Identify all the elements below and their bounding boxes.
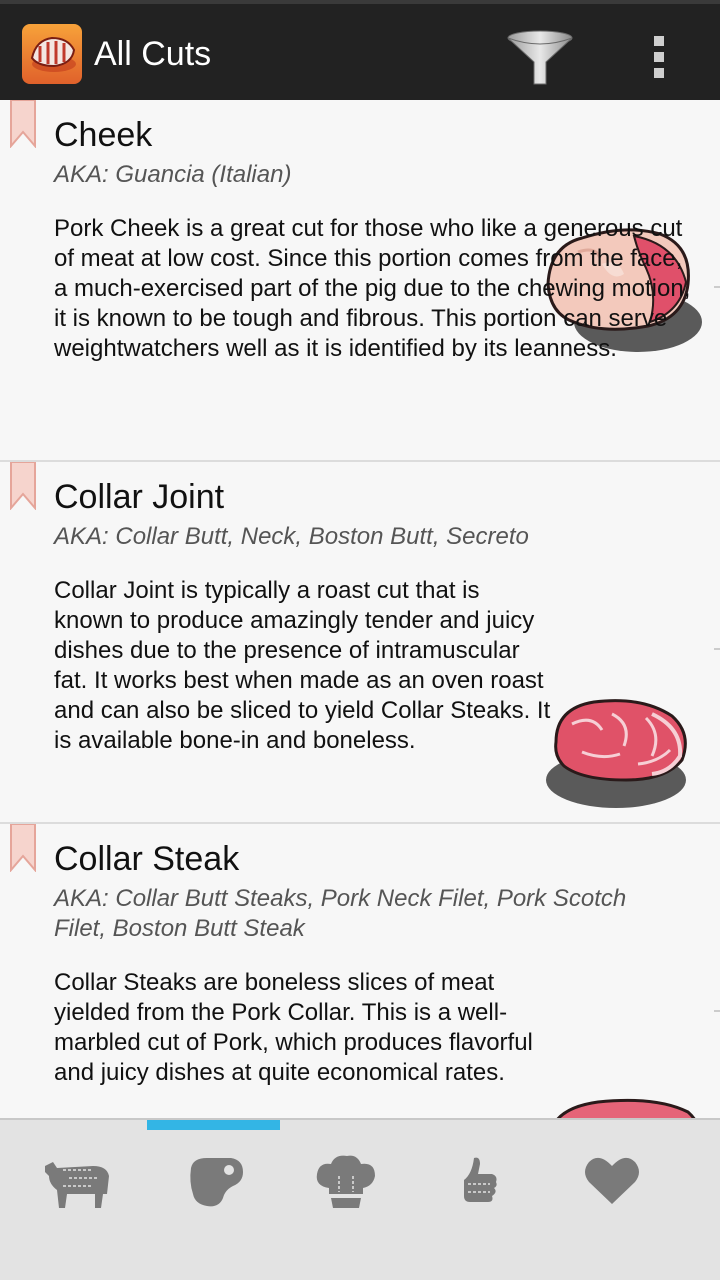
cut-title: Collar Steak	[54, 840, 240, 878]
cut-card-collar-steak[interactable]: Collar Steak AKA: Collar Butt Steaks, Po…	[0, 824, 720, 1118]
overflow-menu-button[interactable]	[640, 32, 680, 82]
app-title: All Cuts	[94, 35, 212, 73]
cut-card-collar-joint[interactable]: Collar Joint AKA: Collar Butt, Neck, Bos…	[0, 462, 720, 824]
thumbs-up-icon	[464, 1157, 497, 1202]
bookmark-ribbon-icon[interactable]	[10, 100, 36, 148]
meat-cut-icon	[190, 1158, 243, 1207]
cut-description: Collar Joint is typically a roast cut th…	[54, 577, 551, 754]
cut-title: Collar Joint	[54, 478, 225, 516]
tab-animals[interactable]	[18, 1140, 138, 1240]
tab-recommended[interactable]	[420, 1140, 540, 1240]
collar-steak-icon	[556, 1098, 696, 1118]
scroll-tick	[714, 648, 720, 650]
funnel-icon	[507, 30, 573, 85]
action-bar: All Cuts	[0, 0, 720, 100]
bottom-navigation	[0, 1118, 720, 1280]
cut-aka: AKA: Collar Butt, Neck, Boston Butt, Sec…	[54, 523, 529, 550]
bookmark-ribbon-icon[interactable]	[10, 462, 36, 510]
cut-description: Pork Cheek is a great cut for those who …	[54, 215, 691, 362]
tab-favorites[interactable]	[552, 1140, 672, 1240]
selected-tab-indicator	[147, 1120, 280, 1130]
scroll-tick	[714, 286, 720, 288]
cuts-list[interactable]: Cheek AKA: Guancia (Italian) Pork Cheek …	[0, 100, 720, 1118]
scroll-tick	[714, 1010, 720, 1012]
heart-icon	[585, 1157, 639, 1204]
bookmark-ribbon-icon[interactable]	[10, 824, 36, 872]
cut-card-cheek[interactable]: Cheek AKA: Guancia (Italian) Pork Cheek …	[0, 100, 720, 462]
cut-title: Cheek	[54, 116, 153, 154]
steak-app-icon[interactable]	[22, 24, 82, 84]
collar-joint-icon	[546, 699, 687, 808]
tab-recipes[interactable]	[286, 1140, 406, 1240]
filter-button[interactable]	[500, 28, 580, 88]
animal-icon	[45, 1162, 109, 1208]
cut-aka: AKA: Collar Butt Steaks, Pork Neck Filet…	[54, 885, 627, 942]
cut-description: Collar Steaks are boneless slices of mea…	[54, 969, 533, 1086]
tab-cuts[interactable]	[155, 1140, 275, 1240]
cut-aka: AKA: Guancia (Italian)	[54, 161, 292, 188]
chef-hat-icon	[316, 1155, 375, 1208]
